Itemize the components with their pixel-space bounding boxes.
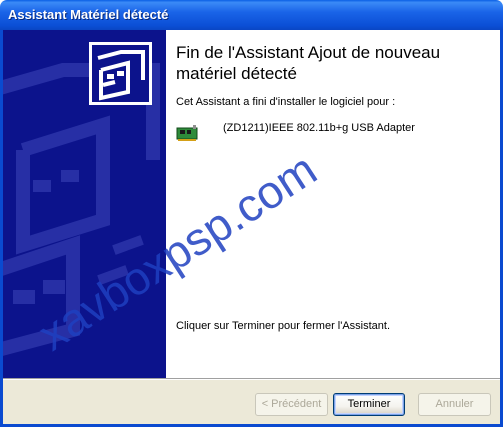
finish-button[interactable]: Terminer — [333, 393, 405, 416]
title-bar[interactable]: Assistant Matériel détecté — [0, 0, 503, 30]
previous-button[interactable]: < Précédent — [255, 393, 328, 416]
banner-graphic — [3, 42, 160, 356]
device-name: (ZD1211)IEEE 802.11b+g USB Adapter — [223, 122, 415, 134]
window-title: Assistant Matériel détecté — [8, 7, 169, 22]
cancel-button[interactable]: Annuler — [418, 393, 491, 416]
page-title: Fin de l'Assistant Ajout de nouveau maté… — [176, 43, 441, 83]
intro-text: Cet Assistant a fini d'installer le logi… — [176, 96, 396, 108]
wizard-banner — [3, 30, 166, 378]
wizard-window: Assistant Matériel détecté Fin de l'Assi… — [0, 0, 503, 427]
wizard-content: Fin de l'Assistant Ajout de nouveau maté… — [166, 30, 500, 378]
button-bar: < Précédent Terminer Annuler — [3, 380, 500, 424]
finish-instructions: Cliquer sur Terminer pour fermer l'Assis… — [176, 320, 391, 332]
network-card-icon — [176, 122, 198, 144]
hardware-wizard-icon — [89, 42, 152, 105]
